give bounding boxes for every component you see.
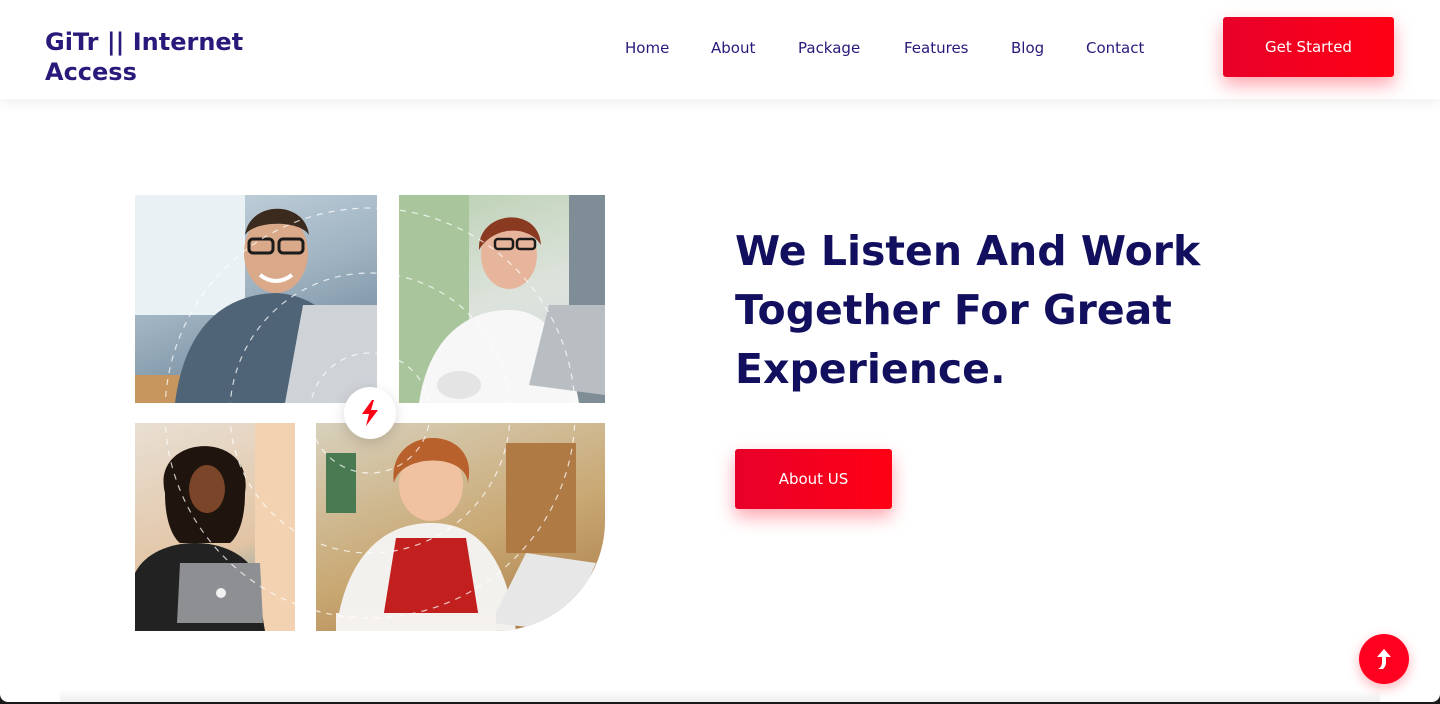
site-header: GiTr || Internet Access Home About Packa… [0,0,1440,99]
lightning-bolt-icon [344,387,396,439]
section-divider-shadow [60,690,1380,702]
page: GiTr || Internet Access Home About Packa… [0,0,1440,702]
scroll-to-top-button[interactable] [1359,634,1409,684]
child-tablet-photo [316,423,605,631]
smiling-man-laptop-photo [135,195,377,403]
nav-contact[interactable]: Contact [1086,38,1144,58]
nav-features[interactable]: Features [904,38,969,58]
arrow-up-icon [1377,649,1391,669]
about-us-button[interactable]: About US [735,449,892,509]
woman-macbook-photo [135,423,295,631]
woman-glasses-laptop-photo [399,195,605,403]
nav-home[interactable]: Home [625,38,669,58]
nav-about[interactable]: About [711,38,755,58]
get-started-button[interactable]: Get Started [1223,17,1394,77]
hero-headline: We Listen And Work Together For Great Ex… [735,227,1201,393]
nav-blog[interactable]: Blog [1011,38,1044,58]
brand-logo[interactable]: GiTr || Internet Access [45,27,275,87]
nav-package[interactable]: Package [798,38,860,58]
hero-image-collage [135,195,605,631]
